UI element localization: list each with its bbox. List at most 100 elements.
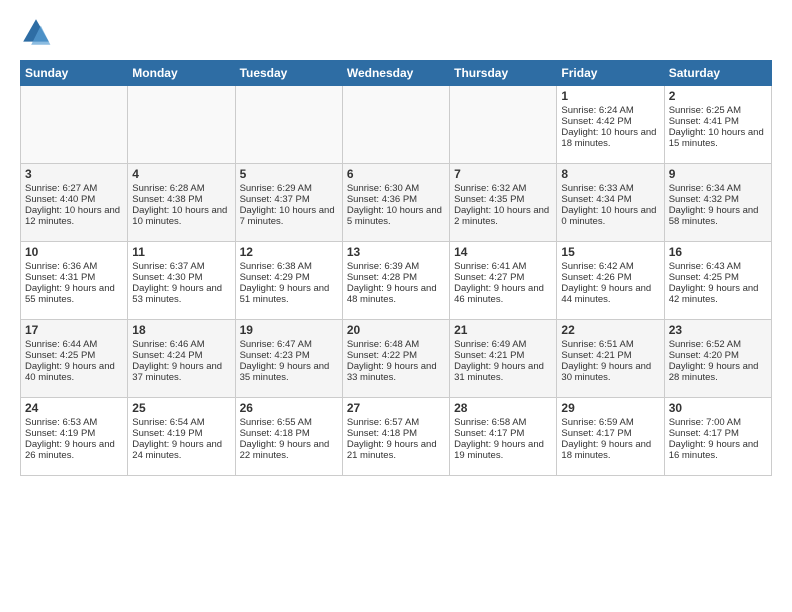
cell-text: Sunset: 4:25 PM xyxy=(669,272,767,283)
cell-1-4: 7 Sunrise: 6:32 AMSunset: 4:35 PMDaylight… xyxy=(450,164,557,242)
cell-text: Sunrise: 6:27 AM xyxy=(25,183,123,194)
cell-1-5: 8Sunrise: 6:33 AMSunset: 4:34 PMDaylight… xyxy=(557,164,664,242)
cell-text: Sunset: 4:18 PM xyxy=(347,428,445,439)
cell-text: Daylight: 10 hours and 12 minutes. xyxy=(25,205,123,227)
cell-text: Sunrise: 6:33 AM xyxy=(561,183,659,194)
cell-2-4: 14Sunrise: 6:41 AMSunset: 4:27 PMDayligh… xyxy=(450,242,557,320)
day-number: 8 xyxy=(561,167,659,181)
day-number: 7 xyxy=(454,167,552,181)
cell-text: Daylight: 9 hours and 30 minutes. xyxy=(561,361,659,383)
cell-text: Daylight: 9 hours and 40 minutes. xyxy=(25,361,123,383)
cell-text: Sunrise: 6:32 AM xyxy=(454,183,552,194)
cell-1-3: 6Sunrise: 6:30 AMSunset: 4:36 PMDaylight… xyxy=(342,164,449,242)
cell-text: Sunrise: 6:52 AM xyxy=(669,339,767,350)
cell-4-2: 26Sunrise: 6:55 AMSunset: 4:18 PMDayligh… xyxy=(235,398,342,476)
cell-text: Sunset: 4:18 PM xyxy=(240,428,338,439)
day-number: 9 xyxy=(669,167,767,181)
cell-text: Sunset: 4:28 PM xyxy=(347,272,445,283)
cell-text: Sunset: 4:41 PM xyxy=(669,116,767,127)
day-number: 15 xyxy=(561,245,659,259)
page: SundayMondayTuesdayWednesdayThursdayFrid… xyxy=(0,0,792,486)
cell-text: Daylight: 9 hours and 33 minutes. xyxy=(347,361,445,383)
cell-text: Daylight: 9 hours and 24 minutes. xyxy=(132,439,230,461)
cell-text: Daylight: 10 hours and 2 minutes. xyxy=(454,205,552,227)
cell-text: Sunrise: 6:24 AM xyxy=(561,105,659,116)
cell-3-3: 20Sunrise: 6:48 AMSunset: 4:22 PMDayligh… xyxy=(342,320,449,398)
cell-3-5: 22 Sunrise: 6:51 AMSunset: 4:21 PMDayligh… xyxy=(557,320,664,398)
cell-text: Sunrise: 6:41 AM xyxy=(454,261,552,272)
calendar-table: SundayMondayTuesdayWednesdayThursdayFrid… xyxy=(20,60,772,476)
cell-3-2: 19Sunrise: 6:47 AMSunset: 4:23 PMDayligh… xyxy=(235,320,342,398)
col-header-friday: Friday xyxy=(557,61,664,86)
cell-2-0: 10Sunrise: 6:36 AMSunset: 4:31 PMDayligh… xyxy=(21,242,128,320)
cell-text: Sunrise: 6:46 AM xyxy=(132,339,230,350)
week-row-0: 1Sunrise: 6:24 AMSunset: 4:42 PMDaylight… xyxy=(21,86,772,164)
day-number: 2 xyxy=(669,89,767,103)
cell-text: Sunset: 4:17 PM xyxy=(561,428,659,439)
day-number: 28 xyxy=(454,401,552,415)
cell-text: Daylight: 9 hours and 46 minutes. xyxy=(454,283,552,305)
cell-text: Sunset: 4:29 PM xyxy=(240,272,338,283)
cell-text: Sunrise: 6:54 AM xyxy=(132,417,230,428)
day-number: 22 xyxy=(561,323,659,337)
cell-text: Sunset: 4:27 PM xyxy=(454,272,552,283)
cell-4-1: 25 Sunrise: 6:54 AMSunset: 4:19 PMDayligh… xyxy=(128,398,235,476)
cell-text: Daylight: 9 hours and 28 minutes. xyxy=(669,361,767,383)
cell-text: Sunset: 4:22 PM xyxy=(347,350,445,361)
cell-text: Sunrise: 6:53 AM xyxy=(25,417,123,428)
cell-4-3: 27Sunrise: 6:57 AMSunset: 4:18 PMDayligh… xyxy=(342,398,449,476)
col-header-saturday: Saturday xyxy=(664,61,771,86)
cell-2-5: 15 Sunrise: 6:42 AMSunset: 4:26 PMDayligh… xyxy=(557,242,664,320)
week-row-4: 24 Sunrise: 6:53 AM Sunset: 4:19 PMDayligh… xyxy=(21,398,772,476)
cell-text: Sunset: 4:21 PM xyxy=(561,350,659,361)
col-header-monday: Monday xyxy=(128,61,235,86)
cell-text: Sunset: 4:24 PM xyxy=(132,350,230,361)
cell-text: Sunrise: 6:38 AM xyxy=(240,261,338,272)
cell-text: Daylight: 10 hours and 18 minutes. xyxy=(561,127,659,149)
cell-text: Sunrise: 6:42 AM xyxy=(561,261,659,272)
cell-text: Sunset: 4:31 PM xyxy=(25,272,123,283)
cell-text: Sunrise: 6:55 AM xyxy=(240,417,338,428)
cell-2-2: 12Sunrise: 6:38 AMSunset: 4:29 PMDayligh… xyxy=(235,242,342,320)
cell-text: Sunset: 4:34 PM xyxy=(561,194,659,205)
cell-text: Sunset: 4:23 PM xyxy=(240,350,338,361)
cell-text: Sunrise: 6:44 AM xyxy=(25,339,123,350)
day-number: 16 xyxy=(669,245,767,259)
cell-text: Daylight: 9 hours and 44 minutes. xyxy=(561,283,659,305)
cell-text: Daylight: 10 hours and 15 minutes. xyxy=(669,127,767,149)
day-number: 27 xyxy=(347,401,445,415)
day-number: 21 xyxy=(454,323,552,337)
cell-text: Daylight: 9 hours and 58 minutes. xyxy=(669,205,767,227)
day-number: 25 xyxy=(132,401,230,415)
cell-1-0: 3Sunrise: 6:27 AMSunset: 4:40 PMDaylight… xyxy=(21,164,128,242)
cell-text: Sunset: 4:26 PM xyxy=(561,272,659,283)
cell-text: Sunset: 4:25 PM xyxy=(25,350,123,361)
cell-text: Sunrise: 6:39 AM xyxy=(347,261,445,272)
cell-2-3: 13Sunrise: 6:39 AMSunset: 4:28 PMDayligh… xyxy=(342,242,449,320)
cell-0-1 xyxy=(128,86,235,164)
cell-0-2 xyxy=(235,86,342,164)
cell-text: Daylight: 10 hours and 7 minutes. xyxy=(240,205,338,227)
cell-1-2: 5Sunrise: 6:29 AMSunset: 4:37 PMDaylight… xyxy=(235,164,342,242)
cell-4-0: 24Sunrise: 6:53 AMSunset: 4:19 PMDayligh… xyxy=(21,398,128,476)
day-number: 12 xyxy=(240,245,338,259)
cell-text: Sunrise: 6:48 AM xyxy=(347,339,445,350)
day-number: 24 xyxy=(25,401,123,415)
cell-text: Daylight: 9 hours and 31 minutes. xyxy=(454,361,552,383)
cell-text: Sunset: 4:35 PM xyxy=(454,194,552,205)
col-header-sunday: Sunday xyxy=(21,61,128,86)
cell-1-6: 9Sunrise: 6:34 AMSunset: 4:32 PMDaylight… xyxy=(664,164,771,242)
cell-text: Sunrise: 6:34 AM xyxy=(669,183,767,194)
cell-text: Daylight: 9 hours and 37 minutes. xyxy=(132,361,230,383)
cell-text: Sunrise: 6:47 AM xyxy=(240,339,338,350)
day-number: 29 xyxy=(561,401,659,415)
cell-text: Sunset: 4:19 PM xyxy=(132,428,230,439)
cell-text: Sunset: 4:21 PM xyxy=(454,350,552,361)
cell-text: Sunrise: 6:51 AM xyxy=(561,339,659,350)
logo-icon xyxy=(20,16,52,48)
day-number: 26 xyxy=(240,401,338,415)
col-header-wednesday: Wednesday xyxy=(342,61,449,86)
week-row-3: 17Sunrise: 6:44 AMSunset: 4:25 PMDayligh… xyxy=(21,320,772,398)
cell-text: Sunrise: 6:59 AM xyxy=(561,417,659,428)
cell-text: Daylight: 9 hours and 53 minutes. xyxy=(132,283,230,305)
